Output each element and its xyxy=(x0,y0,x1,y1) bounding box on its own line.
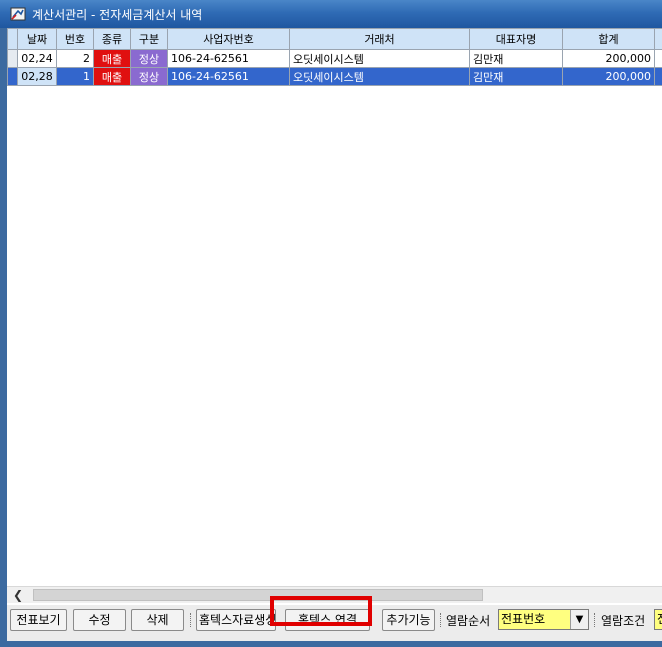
row-indicator[interactable] xyxy=(7,49,18,68)
column-header-type[interactable]: 구분 xyxy=(130,28,168,50)
cell-number[interactable]: 2 xyxy=(56,49,94,68)
scrollbar-thumb[interactable] xyxy=(33,589,483,601)
table-row-selected[interactable]: 02,28 1 매출 정상 106-24-62561 오딧세이시스템 김만재 2… xyxy=(7,67,662,86)
cell-kind-badge[interactable]: 매출 xyxy=(93,49,131,68)
cell-total[interactable]: 200,000 xyxy=(562,49,655,68)
row-indicator-header xyxy=(7,28,18,50)
title-bar[interactable]: 계산서관리 - 전자세금계산서 내역 xyxy=(0,0,662,28)
app-icon xyxy=(10,7,26,21)
cell-total[interactable]: 200,000 xyxy=(562,67,655,86)
cell-date[interactable]: 02,24 xyxy=(17,49,57,68)
view-voucher-button[interactable]: 전표보기 xyxy=(10,609,67,631)
highlight-box xyxy=(270,596,372,626)
column-header-number[interactable]: 번호 xyxy=(56,28,94,50)
column-header-representative[interactable]: 대표자명 xyxy=(469,28,563,50)
cell-number[interactable]: 1 xyxy=(56,67,94,86)
cell-kind-badge[interactable]: 매출 xyxy=(93,67,131,86)
cell-vendor[interactable]: 오딧세이시스템 xyxy=(289,49,470,68)
window-title: 계산서관리 - 전자세금계산서 내역 xyxy=(32,8,203,22)
filter-value: 전 xyxy=(657,612,662,626)
sort-order-label: 열람순서 xyxy=(446,614,491,628)
scroll-left-icon[interactable]: ❮ xyxy=(13,588,23,602)
column-header-total[interactable]: 합계 xyxy=(562,28,655,50)
table-row[interactable]: 02,24 2 매출 정상 106-24-62561 오딧세이시스템 김만재 2… xyxy=(7,49,662,68)
filter-select[interactable]: 전 xyxy=(654,609,662,630)
column-header-overflow xyxy=(654,28,662,50)
toolbar-separator xyxy=(190,613,192,627)
cell-type-badge[interactable]: 정상 xyxy=(130,67,168,86)
toolbar-separator xyxy=(440,613,442,627)
cell-vendor[interactable]: 오딧세이시스템 xyxy=(289,67,470,86)
row-indicator[interactable] xyxy=(7,67,18,86)
column-header-date[interactable]: 날짜 xyxy=(17,28,57,50)
table-header: 날짜 번호 종류 구분 사업자번호 거래처 대표자명 합계 xyxy=(7,28,662,50)
delete-button[interactable]: 삭제 xyxy=(131,609,184,631)
sort-order-value: 전표번호 xyxy=(501,612,546,626)
cell-business-number[interactable]: 106-24-62561 xyxy=(167,49,290,68)
cell-overflow xyxy=(654,67,662,86)
column-header-kind[interactable]: 종류 xyxy=(93,28,131,50)
hometax-generate-button[interactable]: 홈텍스자료생성 xyxy=(196,609,276,631)
more-functions-button[interactable]: 추가기능 xyxy=(382,609,435,631)
sort-order-select[interactable]: 전표번호 ▼ xyxy=(498,609,589,630)
cell-representative[interactable]: 김만재 xyxy=(469,67,563,86)
app-window: 계산서관리 - 전자세금계산서 내역 날짜 번호 종류 구분 사업자번호 거래처… xyxy=(0,0,662,647)
invoice-table: 날짜 번호 종류 구분 사업자번호 거래처 대표자명 합계 02,24 2 매출 xyxy=(7,28,662,86)
cell-business-number[interactable]: 106-24-62561 xyxy=(167,67,290,86)
cell-representative[interactable]: 김만재 xyxy=(469,49,563,68)
cell-type-badge[interactable]: 정상 xyxy=(130,49,168,68)
chevron-down-icon[interactable]: ▼ xyxy=(570,610,588,629)
column-header-business-number[interactable]: 사업자번호 xyxy=(167,28,290,50)
cell-overflow xyxy=(654,49,662,68)
main-panel: 날짜 번호 종류 구분 사업자번호 거래처 대표자명 합계 02,24 2 매출 xyxy=(7,28,662,641)
edit-button[interactable]: 수정 xyxy=(73,609,126,631)
filter-label: 열람조건 xyxy=(601,614,646,628)
cell-date[interactable]: 02,28 xyxy=(17,67,57,86)
column-header-vendor[interactable]: 거래처 xyxy=(289,28,470,50)
toolbar-separator xyxy=(594,613,596,627)
